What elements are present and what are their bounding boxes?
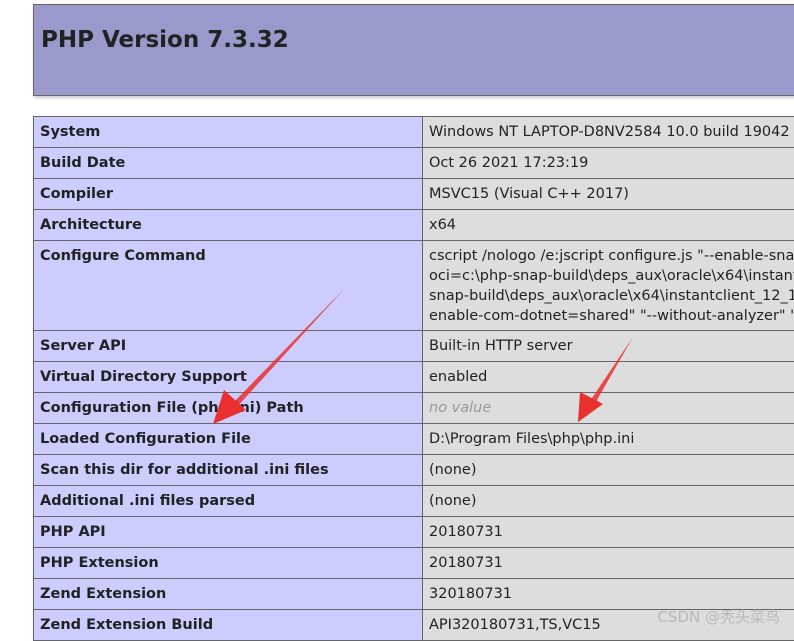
table-row: Architecture x64 [34, 210, 794, 241]
row-value: MSVC15 (Visual C++ 2017) [423, 179, 794, 210]
row-value: Oct 26 2021 17:23:19 [423, 148, 794, 179]
row-key: Loaded Configuration File [34, 424, 423, 455]
row-value: Built-in HTTP server [423, 331, 794, 362]
row-value: cscript /nologo /e:jscript configure.js … [423, 241, 794, 331]
table-row: Additional .ini files parsed (none) [34, 486, 794, 517]
table-row: Zend Extension 320180731 [34, 579, 794, 610]
row-key: Configuration File (php.ini) Path [34, 393, 423, 424]
row-key: Compiler [34, 179, 423, 210]
table-row: Loaded Configuration File D:\Program Fil… [34, 424, 794, 455]
row-key: System [34, 117, 423, 148]
row-key: Build Date [34, 148, 423, 179]
row-key: Configure Command [34, 241, 423, 331]
row-key: Zend Extension Build [34, 610, 423, 641]
table-row: Build Date Oct 26 2021 17:23:19 [34, 148, 794, 179]
php-version-header: PHP Version 7.3.32 [33, 4, 794, 96]
row-key: Scan this dir for additional .ini files [34, 455, 423, 486]
table-row: PHP API 20180731 [34, 517, 794, 548]
table-row: Compiler MSVC15 (Visual C++ 2017) [34, 179, 794, 210]
row-value: Windows NT LAPTOP-D8NV2584 10.0 build 19… [423, 117, 794, 148]
watermark: CSDN @秃头菜鸟 [657, 606, 780, 627]
php-info-table: System Windows NT LAPTOP-D8NV2584 10.0 b… [33, 116, 794, 641]
row-value: enabled [423, 362, 794, 393]
page-title: PHP Version 7.3.32 [41, 27, 289, 53]
table-row: Configuration File (php.ini) Path no val… [34, 393, 794, 424]
row-value: (none) [423, 486, 794, 517]
row-key: PHP Extension [34, 548, 423, 579]
no-value-text: no value [429, 400, 491, 416]
row-value: 20180731 [423, 517, 794, 548]
row-value: 320180731 [423, 579, 794, 610]
row-key: Additional .ini files parsed [34, 486, 423, 517]
row-value: D:\Program Files\php\php.ini [423, 424, 794, 455]
row-key: Architecture [34, 210, 423, 241]
table-row: Configure Command cscript /nologo /e:jsc… [34, 241, 794, 331]
table-row: PHP Extension 20180731 [34, 548, 794, 579]
row-key: Server API [34, 331, 423, 362]
table-row: System Windows NT LAPTOP-D8NV2584 10.0 b… [34, 117, 794, 148]
table-row: Virtual Directory Support enabled [34, 362, 794, 393]
row-value: (none) [423, 455, 794, 486]
row-key: PHP API [34, 517, 423, 548]
table-row: Server API Built-in HTTP server [34, 331, 794, 362]
row-value: x64 [423, 210, 794, 241]
row-key: Virtual Directory Support [34, 362, 423, 393]
table-row: Scan this dir for additional .ini files … [34, 455, 794, 486]
row-value: no value [423, 393, 794, 424]
row-key: Zend Extension [34, 579, 423, 610]
row-value: 20180731 [423, 548, 794, 579]
